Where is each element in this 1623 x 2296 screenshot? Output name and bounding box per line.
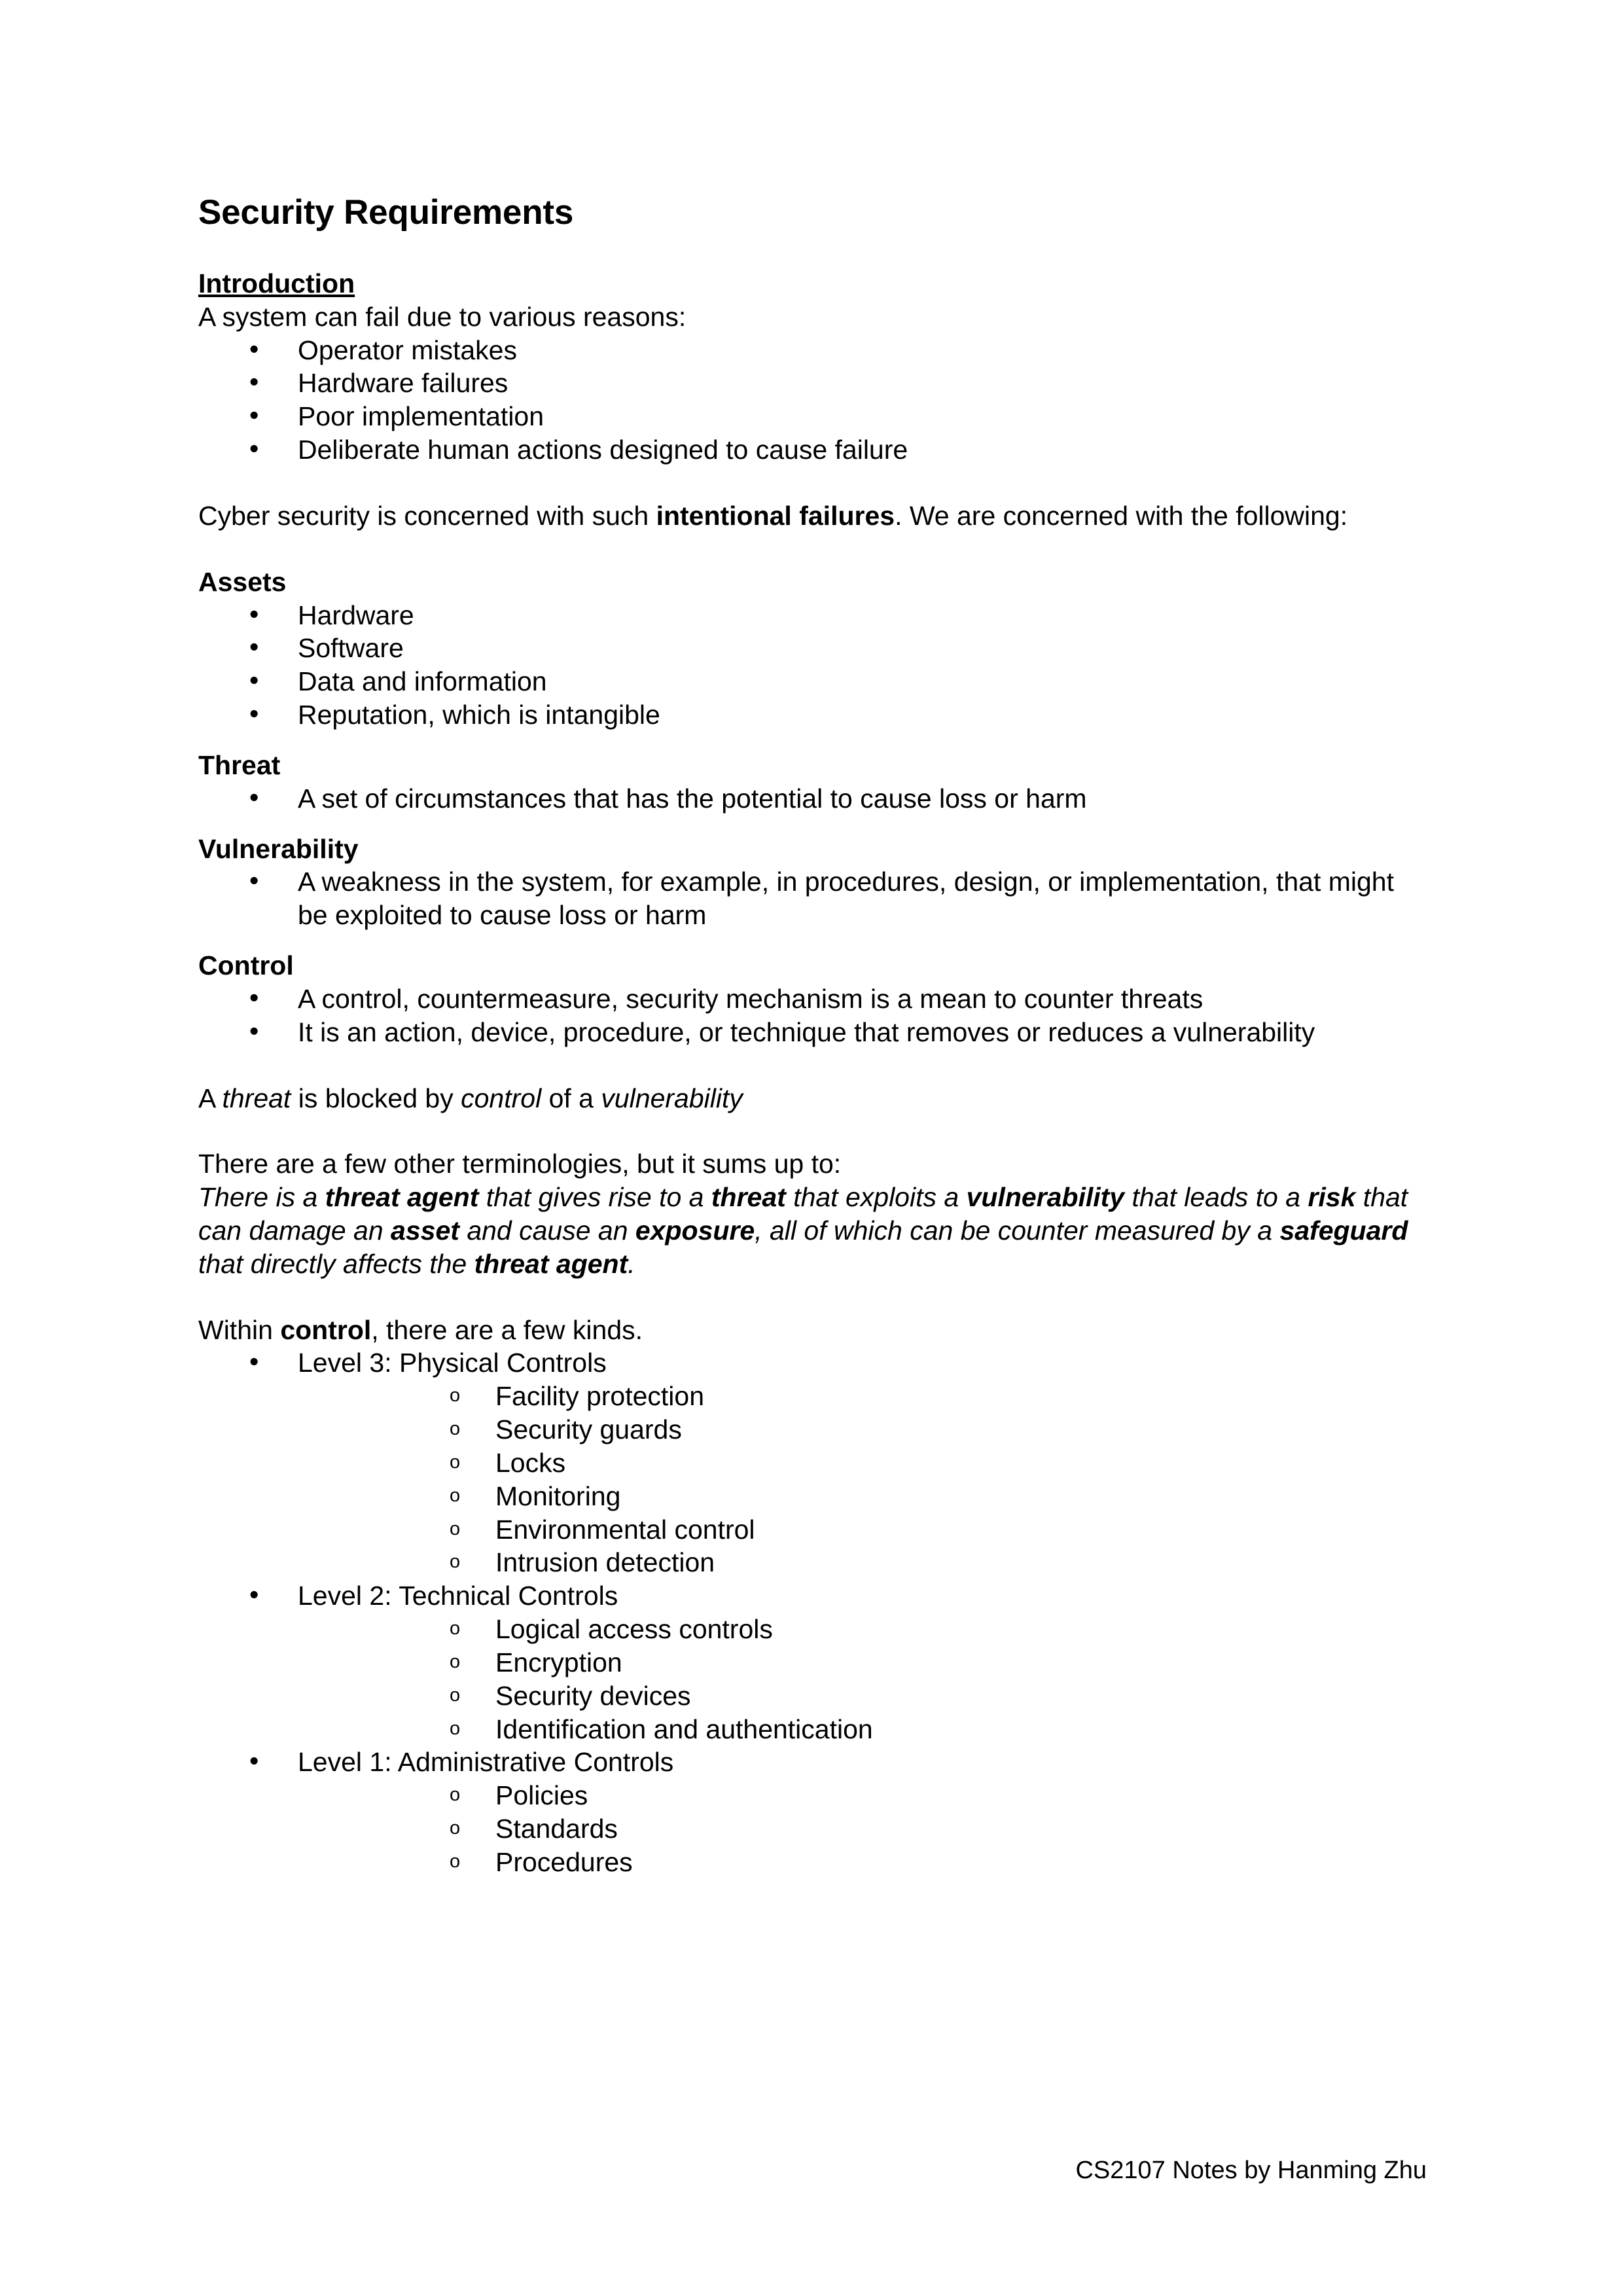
level-1-sub-list: Policies Standards Procedures [298,1779,1427,1878]
summary-s2: that gives rise to a [478,1182,711,1213]
list-item: Security devices [298,1679,1427,1713]
list-item: Environmental control [298,1513,1427,1547]
list-item: Monitoring [298,1480,1427,1513]
summary-b6: exposure [635,1215,755,1246]
list-item: A set of circumstances that has the pote… [198,781,1427,816]
list-item: Facility protection [298,1380,1427,1413]
list-item: A control, countermeasure, security mech… [198,981,1427,1016]
introduction-bullet-list: Operator mistakes Hardware failures Poor… [198,332,1427,467]
list-item: Procedures [298,1846,1427,1879]
summary-s8: that directly affects the [198,1248,474,1279]
within-control-lead-in: Within control, there are a few kinds. [198,1314,1427,1347]
page-footer: CS2107 Notes by Hanming Zhu [1075,2157,1427,2185]
list-item: Poor implementation [198,399,1427,433]
threat-blocked-paragraph: A threat is blocked by control of a vuln… [198,1082,1427,1115]
control-levels-list: Level 3: Physical Controls Facility prot… [198,1345,1427,1878]
list-item: Logical access controls [298,1613,1427,1646]
summary-b7: safeguard [1279,1215,1408,1246]
section-heading-assets: Assets [198,566,287,597]
level-2-sub-list: Logical access controls Encryption Secur… [298,1613,1427,1746]
list-item: Data and information [198,664,1427,698]
threat-blocked-italic3: vulnerability [601,1083,743,1113]
summary-b4: risk [1308,1182,1356,1213]
list-item: Standards [298,1812,1427,1846]
threat-blocked-part3: of a [541,1083,601,1113]
list-item: It is an action, device, procedure, or t… [198,1014,1427,1049]
page-title: Security Requirements [198,193,574,232]
cyber-para-bold: intentional failures [656,500,895,531]
list-item: Hardware [198,598,1427,632]
list-item: A weakness in the system, for example, i… [198,864,1427,932]
summary-s6: and cause an [459,1215,635,1246]
within-control-bold: control [280,1314,372,1345]
summary-s3: that exploits a [785,1182,967,1213]
list-item: Identification and authentication [298,1713,1427,1746]
within-control-part2: , there are a few kinds. [371,1314,643,1345]
list-item: Encryption [298,1646,1427,1679]
summary-s7: , all of which can be counter measured b… [755,1215,1280,1246]
cyber-para-part1: Cyber security is concerned with such [198,500,656,531]
level-label: Level 2: Technical Controls [298,1581,618,1611]
document-page: Security Requirements Introduction A sys… [0,0,1623,2296]
cyber-security-paragraph: Cyber security is concerned with such in… [198,499,1427,533]
threat-blocked-italic2: control [461,1083,542,1113]
cyber-para-part2: . We are concerned with the following: [895,500,1348,531]
summary-b5: asset [391,1215,459,1246]
list-item: Policies [298,1779,1427,1812]
level-label: Level 3: Physical Controls [298,1348,607,1378]
terminologies-lead-in: There are a few other terminologies, but… [198,1149,842,1179]
terminologies-summary-paragraph: There is a threat agent that gives rise … [198,1181,1427,1280]
vulnerability-bullet-list: A weakness in the system, for example, i… [198,864,1427,932]
list-item: Level 2: Technical Controls Logical acce… [198,1578,1427,1746]
summary-s4: that leads to a [1124,1182,1308,1213]
list-item: Operator mistakes [198,332,1427,367]
section-heading-vulnerability: Vulnerability [198,833,359,864]
list-item: Deliberate human actions designed to cau… [198,432,1427,467]
threat-bullet-list: A set of circumstances that has the pote… [198,781,1427,816]
level-3-sub-list: Facility protection Security guards Lock… [298,1380,1427,1579]
threat-blocked-part2: is blocked by [291,1083,461,1113]
list-item: Level 3: Physical Controls Facility prot… [198,1345,1427,1579]
section-heading-introduction: Introduction [198,268,355,298]
threat-blocked-part1: A [198,1083,223,1113]
section-heading-control: Control [198,950,294,981]
list-item: Locks [298,1446,1427,1480]
summary-b3: vulnerability [966,1182,1125,1213]
list-item: Reputation, which is intangible [198,697,1427,732]
control-bullet-list: A control, countermeasure, security mech… [198,981,1427,1049]
level-label: Level 1: Administrative Controls [298,1747,674,1778]
list-item: Security guards [298,1413,1427,1446]
summary-b8: threat agent [474,1248,628,1279]
within-control-part1: Within [198,1314,281,1345]
list-item: Software [198,630,1427,665]
introduction-intro-line: A system can fail due to various reasons… [198,301,687,332]
list-item: Level 1: Administrative Controls Policie… [198,1744,1427,1878]
section-heading-threat: Threat [198,749,281,780]
summary-b1: threat agent [325,1182,479,1213]
threat-blocked-italic1: threat [222,1083,291,1113]
list-item: Hardware failures [198,365,1427,400]
assets-bullet-list: Hardware Software Data and information R… [198,598,1427,732]
list-item: Intrusion detection [298,1546,1427,1579]
summary-b2: threat [711,1182,786,1213]
summary-s9: . [628,1248,635,1279]
summary-s1: There is a [198,1182,325,1213]
